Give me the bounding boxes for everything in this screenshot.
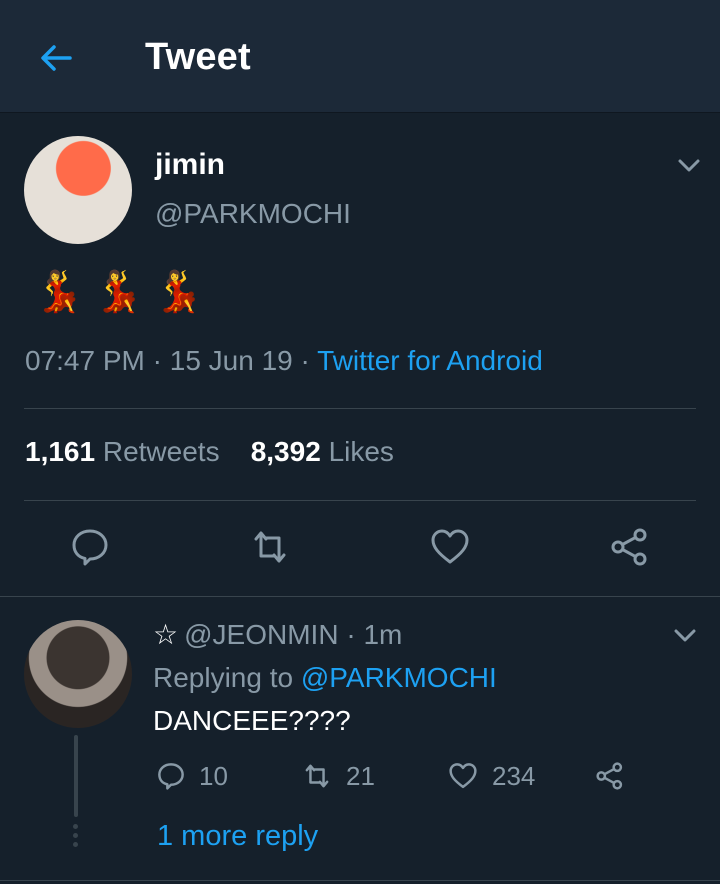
reply-handle[interactable]: @JEONMIN	[184, 619, 338, 650]
reply-age: 1m	[363, 619, 403, 650]
like-icon	[449, 763, 477, 789]
divider	[0, 880, 720, 881]
like-icon[interactable]	[428, 525, 472, 569]
replying-to-link[interactable]: @PARKMOCHI	[301, 662, 497, 693]
retweets-stat[interactable]: 1,161 Retweets	[25, 436, 220, 467]
reply-icon[interactable]	[68, 525, 112, 569]
retweet-icon[interactable]	[248, 525, 292, 569]
tweet-time: 07:47 PM	[25, 345, 145, 376]
likes-stat[interactable]: 8,392 Likes	[251, 436, 394, 467]
thread-line	[74, 735, 78, 817]
chevron-down-icon[interactable]	[672, 622, 698, 648]
display-name[interactable]: jimin	[155, 148, 225, 182]
likes-label: Likes	[328, 436, 394, 467]
replying-to: Replying to @PARKMOCHI	[153, 662, 497, 694]
retweets-count: 1,161	[25, 436, 96, 467]
divider	[24, 408, 696, 409]
chevron-down-icon[interactable]	[676, 152, 702, 178]
section-separator	[0, 596, 720, 597]
tweet-meta: 07:47 PM · 15 Jun 19 · Twitter for Andro…	[25, 345, 543, 377]
tweet-date: 15 Jun 19	[169, 345, 293, 376]
divider	[24, 500, 696, 501]
meta-separator: ·	[152, 345, 170, 376]
reply-reply-button[interactable]: 10	[155, 758, 228, 794]
retweets-label: Retweets	[102, 436, 220, 467]
share-icon	[596, 762, 623, 790]
retweet-icon	[305, 764, 329, 788]
reply-like-button[interactable]: 234	[446, 758, 535, 794]
meta-separator: ·	[300, 345, 318, 376]
reply-count: 10	[199, 760, 228, 791]
retweet-count: 21	[346, 760, 375, 791]
more-replies-link[interactable]: 1 more reply	[157, 820, 318, 853]
like-count: 234	[492, 760, 536, 791]
likes-count: 8,392	[250, 436, 321, 467]
meta-separator: ·	[338, 619, 364, 650]
reply-text: DANCEEE????	[153, 705, 351, 736]
page-title: Tweet	[145, 36, 251, 78]
reply-share-button[interactable]	[594, 758, 626, 794]
tweet-stats: 1,161 Retweets 8,392 Likes	[25, 436, 394, 468]
reply-icon	[158, 763, 184, 790]
thread-dots-icon	[73, 824, 79, 851]
tweet-source-link[interactable]: Twitter for Android	[317, 345, 543, 376]
user-handle[interactable]: @PARKMOCHI	[155, 198, 351, 230]
avatar[interactable]	[24, 136, 132, 244]
star-icon: ☆	[153, 619, 179, 650]
tweet-text: 💃💃💃	[34, 270, 214, 314]
replying-to-label: Replying to	[153, 662, 294, 693]
reply-header: ☆ @JEONMIN · 1m	[153, 618, 402, 651]
top-app-bar: Tweet	[0, 0, 720, 113]
arrow-left-icon[interactable]	[36, 38, 76, 78]
share-icon[interactable]	[608, 525, 652, 569]
reply-avatar[interactable]	[24, 620, 132, 728]
reply-retweet-button[interactable]: 21	[300, 758, 375, 794]
